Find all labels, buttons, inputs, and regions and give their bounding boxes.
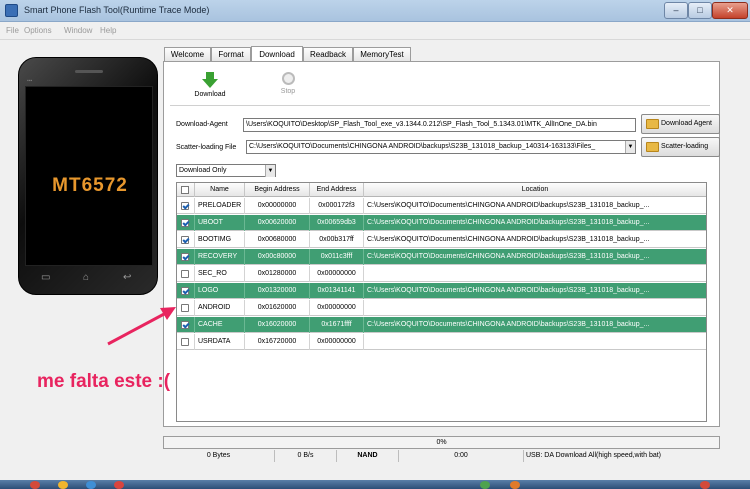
status-info: USB: DA Download All(high speed,with bat… xyxy=(523,450,720,462)
taskbar xyxy=(0,480,750,489)
taskbar-app-icon[interactable] xyxy=(86,481,96,489)
taskbar-app-icon[interactable] xyxy=(30,481,40,489)
progress-bar: 0% xyxy=(163,436,720,449)
taskbar-app-icon[interactable] xyxy=(58,481,68,489)
status-bytes: 0 Bytes xyxy=(163,450,275,462)
taskbar-app-icon[interactable] xyxy=(114,481,124,489)
taskbar-app-icon[interactable] xyxy=(510,481,520,489)
annotation-arrow-shaft xyxy=(107,311,167,346)
status-storage: NAND xyxy=(337,450,399,462)
status-time: 0:00 xyxy=(454,452,468,459)
annotation-arrow xyxy=(107,307,176,346)
taskbar-app-icon[interactable] xyxy=(480,481,490,489)
progress-percent: 0% xyxy=(436,439,447,446)
status-speed: 0 B/s xyxy=(275,450,337,462)
status-bar: 0 Bytes 0 B/s NAND 0:00 USB: DA Download… xyxy=(163,450,720,462)
taskbar-app-icon[interactable] xyxy=(700,481,710,489)
